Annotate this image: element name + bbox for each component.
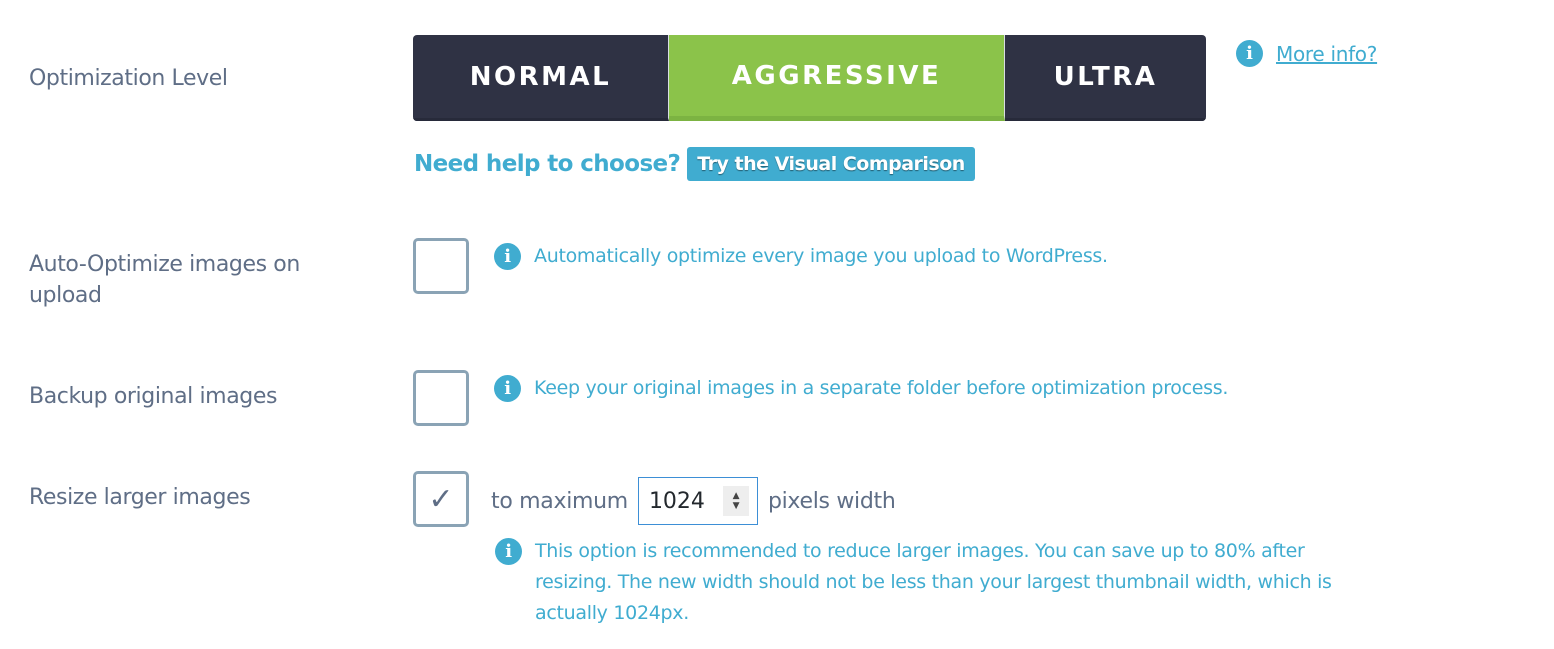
resize-description-line1: This option is recommended to reduce lar…: [535, 540, 1305, 562]
max-width-field[interactable]: [648, 488, 719, 514]
backup-description-text: Keep your original images in a separate …: [534, 377, 1229, 399]
auto-optimize-description-text: Automatically optimize every image you u…: [534, 245, 1108, 267]
resize-description-line3: actually 1024px.: [535, 602, 689, 624]
spinner-down-icon[interactable]: ▼: [733, 501, 740, 511]
backup-label: Backup original images: [29, 384, 278, 409]
normal-level-button[interactable]: NORMAL: [413, 35, 669, 121]
max-width-input[interactable]: ▲ ▼: [637, 477, 758, 525]
optimization-level-label: Optimization Level: [29, 66, 228, 91]
max-width-spinner[interactable]: ▲ ▼: [722, 486, 749, 516]
info-icon: i: [495, 538, 522, 565]
checkmark-icon: ✓: [428, 481, 454, 517]
info-icon: i: [1236, 40, 1263, 67]
auto-optimize-checkbox[interactable]: [413, 238, 469, 294]
resize-description: i This option is recommended to reduce l…: [495, 536, 1332, 629]
auto-optimize-label-line1: Auto-Optimize images on: [29, 252, 300, 277]
backup-description: i Keep your original images in a separat…: [494, 373, 1228, 404]
help-text: Need help to choose?: [414, 151, 681, 177]
optimization-level-selector: NORMAL AGGRESSIVE ULTRA: [413, 35, 1206, 121]
auto-optimize-description: i Automatically optimize every image you…: [494, 241, 1108, 272]
help-choose: Need help to choose? Try the Visual Comp…: [414, 147, 975, 181]
resize-prefix: to maximum: [491, 488, 628, 514]
spinner-up-icon[interactable]: ▲: [733, 491, 740, 501]
info-icon: i: [494, 375, 521, 402]
info-icon: i: [494, 243, 521, 270]
auto-optimize-label: Auto-Optimize images on upload: [29, 249, 300, 311]
aggressive-level-button[interactable]: AGGRESSIVE: [669, 35, 1005, 121]
backup-checkbox[interactable]: [413, 370, 469, 426]
auto-optimize-label-line2: upload: [29, 283, 102, 308]
ultra-level-button[interactable]: ULTRA: [1005, 35, 1206, 121]
more-info: i More info?: [1236, 40, 1377, 67]
resize-description-line2: resizing. The new width should not be le…: [535, 571, 1332, 593]
more-info-link[interactable]: More info?: [1276, 42, 1377, 66]
resize-checkbox[interactable]: ✓: [413, 471, 469, 527]
resize-suffix: pixels width: [767, 488, 896, 514]
resize-width-row: to maximum ▲ ▼ pixels width: [491, 477, 896, 525]
visual-comparison-button[interactable]: Try the Visual Comparison: [687, 147, 975, 181]
resize-description-text: This option is recommended to reduce lar…: [535, 536, 1332, 629]
resize-label: Resize larger images: [29, 485, 251, 510]
